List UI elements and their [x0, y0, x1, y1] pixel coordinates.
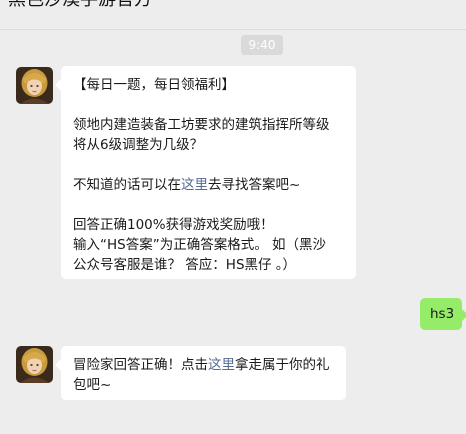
question-line-1: 领地内建造装备工坊要求的建筑指挥所等级 — [73, 117, 330, 133]
result-text-after: 拿走属于你的礼 — [235, 357, 330, 373]
question-line-2: 将从6级调整为几级？ — [73, 137, 204, 153]
format-line-1: 输入“HS答案”为正确答案格式。 如（黑沙 — [73, 237, 326, 253]
result-line-1: 冒险家回答正确！点击这里拿走属于你的礼 — [73, 355, 334, 375]
message-heading: 【每日一题，每日领福利】 — [73, 77, 235, 93]
result-text-before: 冒险家回答正确！点击 — [73, 357, 208, 373]
result-line-2: 包吧~ — [73, 377, 112, 393]
hint-text-before: 不知道的话可以在 — [73, 177, 181, 193]
gift-link[interactable]: 这里 — [208, 357, 235, 373]
answer-link[interactable]: 这里 — [181, 177, 208, 193]
format-line-2: 公众号客服是谁？ 答应：HS黑仔 。） — [73, 257, 297, 273]
chat-window: 黑色沙漠手游官方 9:40 【每日一题，每日领福利】 领地内建造装备工坊要求的建… — [0, 0, 466, 434]
reward-line: 回答正确100%获得游戏奖励哦！ — [73, 217, 274, 233]
chat-header: 黑色沙漠手游官方 — [0, 0, 466, 30]
chat-title: 黑色沙漠手游官方 — [8, 0, 152, 12]
hint-text-after: 去寻找答案吧~ — [208, 177, 301, 193]
message-timestamp: 9:40 — [241, 35, 283, 55]
sender-avatar-icon[interactable] — [16, 346, 53, 383]
outgoing-message-text: hs3 — [430, 306, 455, 322]
outgoing-message-bubble[interactable]: hs3 — [420, 298, 466, 330]
sender-avatar-icon[interactable] — [16, 67, 53, 104]
incoming-message-bubble[interactable]: 冒险家回答正确！点击这里拿走属于你的礼 包吧~ — [55, 346, 346, 400]
incoming-message-bubble[interactable]: 【每日一题，每日领福利】 领地内建造装备工坊要求的建筑指挥所等级 将从6级调整为… — [55, 66, 356, 279]
hint-line: 不知道的话可以在这里去寻找答案吧~ — [73, 175, 344, 195]
